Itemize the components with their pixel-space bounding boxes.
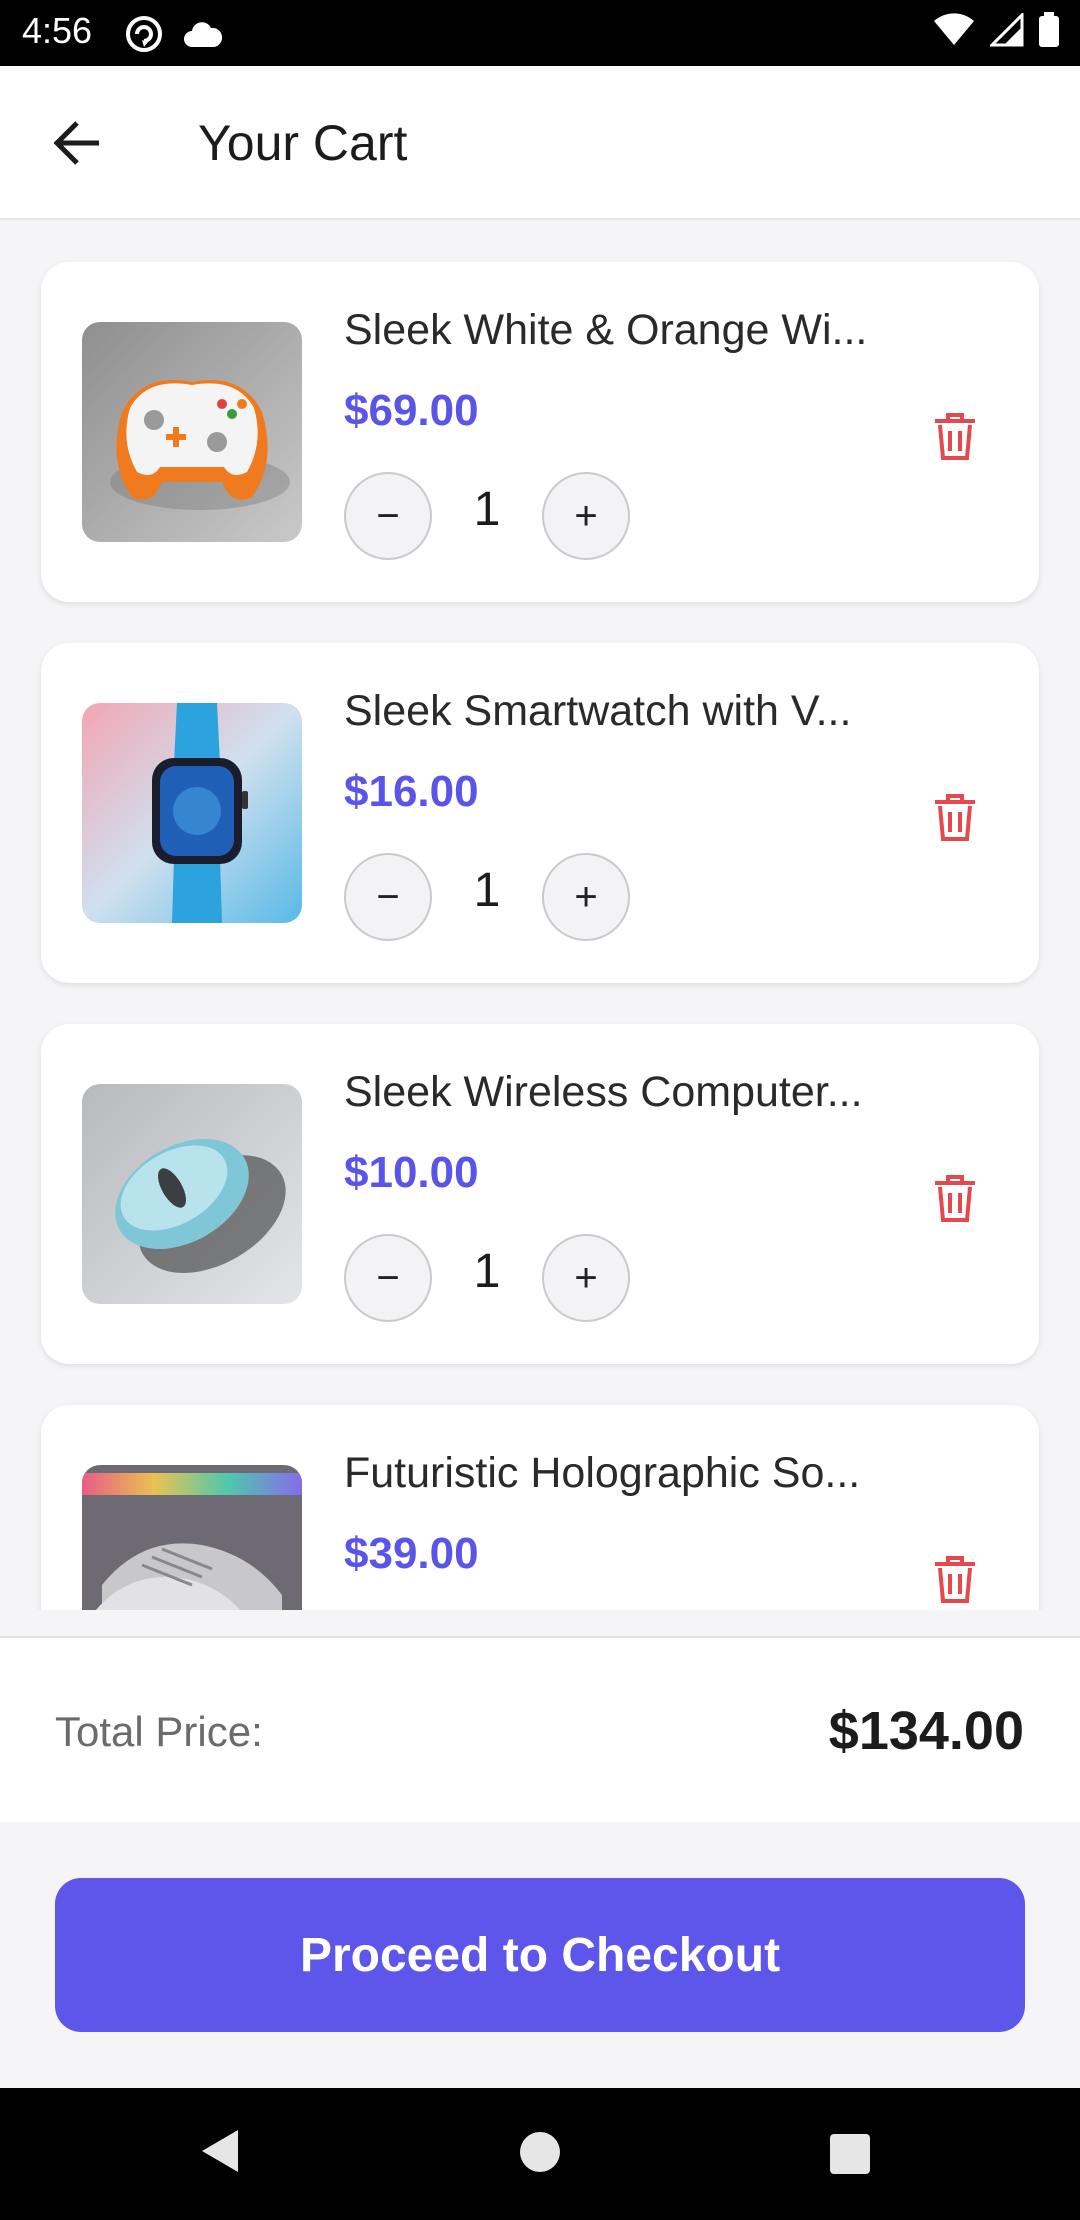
item-price: $10.00 (344, 1148, 479, 1197)
game-controller-image (82, 322, 302, 542)
battery-icon (1038, 12, 1060, 53)
item-price: $16.00 (344, 767, 479, 816)
page-title: Your Cart (198, 115, 408, 171)
system-nav-bar (0, 2088, 1080, 2220)
trash-icon (933, 1173, 977, 1228)
status-time: 4:56 (22, 10, 93, 51)
arrow-left-icon (53, 120, 103, 171)
total-bar: Total Price: $134.00 (0, 1636, 1080, 1822)
total-label: Total Price: (55, 1708, 263, 1755)
cart-item: Sleek Wireless Computer... $10.00 − 1 + (41, 1024, 1039, 1364)
trash-icon (933, 411, 977, 466)
item-price: $39.00 (344, 1529, 479, 1578)
quantity-value: 1 (473, 1245, 501, 1298)
cloud-icon (182, 19, 224, 54)
item-title: Sleek White & Orange Wi... (344, 306, 868, 354)
app-bar: Your Cart (0, 66, 1080, 220)
minus-icon: − (376, 1255, 400, 1300)
quantity-value: 1 (473, 483, 501, 536)
item-price: $69.00 (344, 386, 479, 435)
plus-icon: + (574, 1255, 598, 1300)
wifi-icon (932, 13, 976, 52)
delete-item-button[interactable] (919, 1164, 991, 1236)
delete-item-button[interactable] (919, 783, 991, 855)
triangle-back-icon (200, 2130, 240, 2178)
increase-quantity-button[interactable]: + (542, 853, 630, 941)
back-button[interactable] (40, 114, 116, 176)
plus-icon: + (574, 874, 598, 919)
smartwatch-image (82, 703, 302, 923)
computer-mouse-image (82, 1084, 302, 1304)
holographic-shoes-image (82, 1465, 302, 1610)
status-bar: 4:56 (0, 0, 1080, 66)
decrease-quantity-button[interactable]: − (344, 472, 432, 560)
cart-item: Sleek Smartwatch with V... $16.00 − 1 + (41, 643, 1039, 983)
trash-icon (933, 792, 977, 847)
total-value: $134.00 (828, 1701, 1024, 1761)
decrease-quantity-button[interactable]: − (344, 853, 432, 941)
nav-recents-button[interactable] (830, 2134, 870, 2174)
item-title: Futuristic Holographic So... (344, 1449, 861, 1497)
nav-home-button[interactable] (520, 2132, 560, 2172)
nav-back-button[interactable] (200, 2128, 240, 2179)
checkout-button[interactable]: Proceed to Checkout (55, 1878, 1025, 2032)
item-title: Sleek Wireless Computer... (344, 1068, 863, 1116)
delete-item-button[interactable] (919, 402, 991, 474)
item-title: Sleek Smartwatch with V... (344, 687, 852, 735)
trash-icon (933, 1554, 977, 1609)
minus-icon: − (376, 874, 400, 919)
sync-icon (124, 14, 164, 59)
minus-icon: − (376, 493, 400, 538)
increase-quantity-button[interactable]: + (542, 472, 630, 560)
quantity-value: 1 (473, 864, 501, 917)
cart-item: Futuristic Holographic So... $39.00 (41, 1405, 1039, 1610)
cart-list[interactable]: Sleek White & Orange Wi... $69.00 − 1 + … (0, 222, 1080, 1610)
decrease-quantity-button[interactable]: − (344, 1234, 432, 1322)
cell-signal-icon (988, 11, 1024, 52)
delete-item-button[interactable] (919, 1545, 991, 1610)
increase-quantity-button[interactable]: + (542, 1234, 630, 1322)
plus-icon: + (574, 493, 598, 538)
cart-item: Sleek White & Orange Wi... $69.00 − 1 + (41, 262, 1039, 602)
